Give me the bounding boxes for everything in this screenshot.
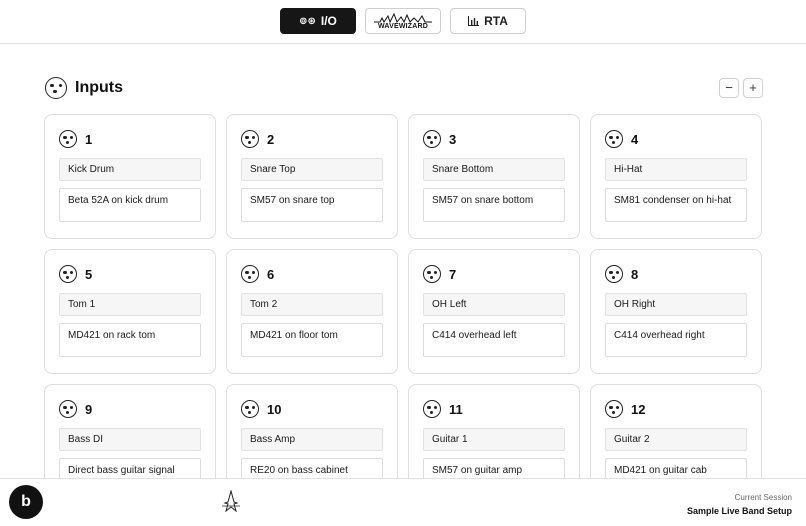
input-description-field[interactable]: C414 overhead right bbox=[605, 323, 747, 357]
input-number: 3 bbox=[449, 131, 457, 147]
xlr-connector-icon bbox=[605, 265, 623, 283]
input-number: 9 bbox=[85, 401, 93, 417]
remove-input-button[interactable]: − bbox=[719, 78, 739, 98]
input-name-field[interactable]: Tom 1 bbox=[59, 293, 201, 316]
input-name-field[interactable]: OH Left bbox=[423, 293, 565, 316]
xlr-connector-icon bbox=[423, 400, 441, 418]
input-card[interactable]: 3 Snare Bottom SM57 on snare bottom bbox=[408, 114, 580, 239]
inputs-grid: 1 Kick Drum Beta 52A on kick drum 2 Snar… bbox=[44, 114, 762, 509]
input-number: 5 bbox=[85, 266, 93, 282]
input-card[interactable]: 7 OH Left C414 overhead left bbox=[408, 249, 580, 374]
input-card[interactable]: 8 OH Right C414 overhead right bbox=[590, 249, 762, 374]
session-name: Sample Live Band Setup bbox=[686, 506, 792, 516]
input-card[interactable]: 5 Tom 1 MD421 on rack tom bbox=[44, 249, 216, 374]
input-number: 6 bbox=[267, 266, 275, 282]
section-title: Inputs bbox=[75, 79, 123, 96]
xlr-icon: ⊚⊛ bbox=[299, 15, 316, 27]
xlr-connector-icon bbox=[59, 265, 77, 283]
input-number: 10 bbox=[267, 401, 282, 417]
input-card[interactable]: 1 Kick Drum Beta 52A on kick drum bbox=[44, 114, 216, 239]
xlr-connector-icon bbox=[241, 400, 259, 418]
input-number: 4 bbox=[631, 131, 639, 147]
input-name-field[interactable]: Snare Bottom bbox=[423, 158, 565, 181]
footer-bar bbox=[0, 478, 806, 526]
input-description-field[interactable]: C414 overhead left bbox=[423, 323, 565, 357]
xlr-connector-icon bbox=[45, 77, 67, 99]
inputs-header: Inputs bbox=[45, 77, 123, 99]
input-description-field[interactable]: MD421 on rack tom bbox=[59, 323, 201, 357]
input-name-field[interactable]: Tom 2 bbox=[241, 293, 383, 316]
input-card[interactable]: 4 Hi-Hat SM81 condenser on hi-hat bbox=[590, 114, 762, 239]
xlr-connector-icon bbox=[605, 130, 623, 148]
input-number: 1 bbox=[85, 131, 93, 147]
wavewizard-tab-label: WAVEWIZARD bbox=[377, 22, 429, 30]
input-name-field[interactable]: Guitar 2 bbox=[605, 428, 747, 451]
brand-badge[interactable]: b bbox=[9, 485, 43, 519]
input-description-field[interactable]: MD421 on floor tom bbox=[241, 323, 383, 357]
xlr-connector-icon bbox=[241, 265, 259, 283]
input-number: 8 bbox=[631, 266, 639, 282]
input-description-field[interactable]: Beta 52A on kick drum bbox=[59, 188, 201, 222]
add-input-button[interactable]: + bbox=[743, 78, 763, 98]
current-session: Current Session Sample Live Band Setup bbox=[687, 491, 792, 518]
input-number: 2 bbox=[267, 131, 275, 147]
xlr-connector-icon bbox=[59, 400, 77, 418]
io-tab[interactable]: ⊚⊛ I/O bbox=[280, 8, 356, 34]
input-name-field[interactable]: Kick Drum bbox=[59, 158, 201, 181]
input-description-field[interactable]: SM57 on snare bottom bbox=[423, 188, 565, 222]
input-description-field[interactable]: SM57 on snare top bbox=[241, 188, 383, 222]
input-card[interactable]: 6 Tom 2 MD421 on floor tom bbox=[226, 249, 398, 374]
xlr-connector-icon bbox=[241, 130, 259, 148]
wavewizard-tab[interactable]: WAVEWIZARD bbox=[365, 8, 441, 34]
rta-tab[interactable]: RTA bbox=[450, 8, 526, 34]
top-nav: ⊚⊛ I/O WAVEWIZARD RTA bbox=[0, 0, 806, 44]
input-name-field[interactable]: Bass DI bbox=[59, 428, 201, 451]
xlr-connector-icon bbox=[423, 130, 441, 148]
session-label: Current Session bbox=[734, 493, 792, 502]
input-number: 12 bbox=[631, 401, 646, 417]
input-card[interactable]: 2 Snare Top SM57 on snare top bbox=[226, 114, 398, 239]
input-number: 11 bbox=[449, 401, 463, 417]
input-name-field[interactable]: OH Right bbox=[605, 293, 747, 316]
input-name-field[interactable]: Snare Top bbox=[241, 158, 383, 181]
bar-chart-icon bbox=[468, 16, 480, 26]
xlr-connector-icon bbox=[59, 130, 77, 148]
input-name-field[interactable]: Bass Amp bbox=[241, 428, 383, 451]
xlr-connector-icon bbox=[423, 265, 441, 283]
wavewizard-logo-icon bbox=[374, 12, 432, 23]
xlr-connector-icon bbox=[605, 400, 623, 418]
input-number: 7 bbox=[449, 266, 457, 282]
rta-tab-label: RTA bbox=[484, 14, 508, 28]
input-name-field[interactable]: Guitar 1 bbox=[423, 428, 565, 451]
input-name-field[interactable]: Hi-Hat bbox=[605, 158, 747, 181]
input-description-field[interactable]: SM81 condenser on hi-hat bbox=[605, 188, 747, 222]
io-tab-label: I/O bbox=[320, 14, 337, 28]
wizard-logo-icon bbox=[222, 490, 240, 512]
